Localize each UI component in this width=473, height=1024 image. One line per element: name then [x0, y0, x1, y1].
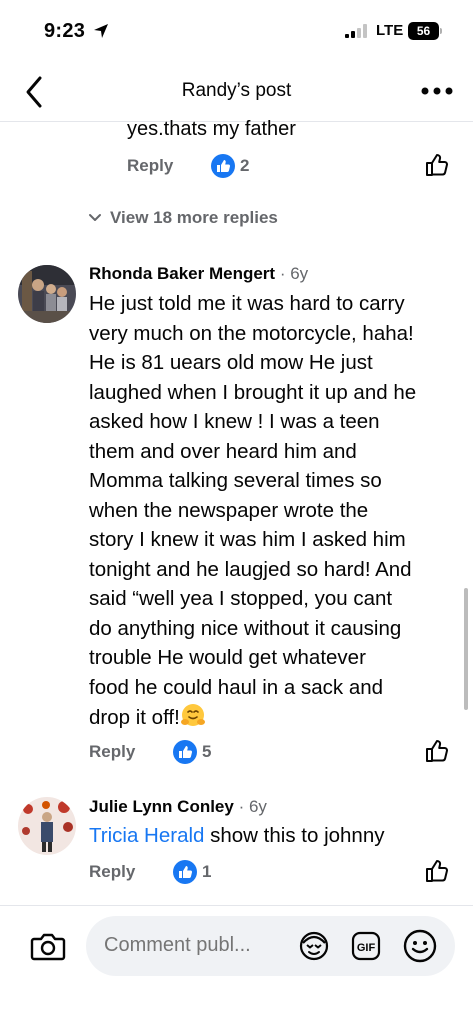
comment-line: drop it off!	[89, 706, 180, 729]
hugging-face-emoji-icon	[180, 704, 205, 726]
scrollbar[interactable]	[464, 588, 468, 710]
comment-composer: GIF	[0, 905, 473, 1024]
comment-line: laughed when I brought it up and he	[89, 380, 417, 404]
comment-line: asked how I knew ! I was a teen	[89, 410, 380, 433]
like-reaction-icon	[211, 154, 235, 178]
location-arrow-icon	[94, 24, 108, 38]
camera-icon[interactable]	[30, 930, 66, 962]
comment-text: show this to johnny	[204, 824, 385, 847]
comment-body: He just told me it was hard to carry ver…	[89, 289, 464, 733]
comment-line: He is 81 uears old mow He just	[89, 351, 373, 374]
view-more-replies-link[interactable]: View 18 more replies	[88, 208, 278, 228]
comment-line-last: drop it off!	[89, 702, 464, 733]
avatar[interactable]	[18, 797, 76, 855]
chevron-down-icon	[89, 214, 101, 221]
smiley-icon[interactable]	[402, 928, 438, 964]
page-title: Randy’s post	[181, 80, 292, 101]
comment-author[interactable]: Rhonda Baker Mengert	[89, 264, 275, 283]
status-time: 9:23	[44, 20, 86, 42]
mention-link[interactable]: Tricia Herald	[89, 824, 204, 847]
comment-text: yes.thats my father	[127, 118, 296, 140]
reaction-count[interactable]: 5	[202, 742, 211, 762]
status-bar: 9:23 LTE 56	[0, 0, 473, 62]
comment-line: food he could haul in a sack and	[89, 675, 384, 699]
reply-button[interactable]: Reply	[127, 156, 173, 176]
comment-line: trouble He would get whatever	[89, 646, 366, 669]
comment-body: Tricia Herald show this to johnny	[89, 824, 384, 848]
comment-line: them and over heard him and	[89, 439, 357, 463]
comment-line: He just told me it was hard to carry	[89, 292, 405, 315]
post-header: Randy’s post	[0, 62, 473, 122]
comment-line: do anything nice without it causing	[89, 616, 402, 640]
comment-line: said “well yea I stopped, you cant	[89, 587, 393, 610]
svg-text:GIF: GIF	[357, 942, 376, 954]
reply-button[interactable]: Reply	[89, 862, 135, 882]
more-dots-icon[interactable]	[420, 80, 454, 102]
avatar-sticker-icon[interactable]	[298, 930, 330, 962]
battery-level: 56	[416, 24, 431, 38]
comment-line: story I knew it was him I asked him	[89, 528, 406, 551]
reaction-count[interactable]: 2	[240, 156, 249, 176]
comment-input-box[interactable]: GIF	[86, 916, 455, 976]
gif-icon[interactable]: GIF	[350, 930, 382, 962]
comment-line: Momma talking several times so	[89, 469, 382, 492]
comment-author-line: Rhonda Baker Mengert · 6y	[89, 264, 309, 283]
thumbs-up-outline-icon[interactable]	[424, 858, 450, 884]
comment-author-line: Julie Lynn Conley · 6y	[89, 797, 267, 816]
comment-age: 6y	[290, 264, 309, 283]
reply-button[interactable]: Reply	[89, 742, 135, 762]
comment-input[interactable]	[104, 934, 294, 957]
comment-line: when the newspaper wrote the	[89, 498, 369, 522]
view-more-label: View 18 more replies	[110, 208, 278, 227]
like-reaction-icon	[173, 860, 197, 884]
avatar[interactable]	[18, 265, 76, 323]
comment-author[interactable]: Julie Lynn Conley	[89, 797, 234, 816]
battery-icon: 56	[408, 22, 442, 40]
reaction-count[interactable]: 1	[202, 862, 211, 882]
comment-line: very much on the motorcycle, haha!	[89, 321, 414, 345]
comment-age: 6y	[248, 797, 267, 816]
signal-icon	[345, 24, 367, 38]
network-type: LTE	[376, 22, 404, 39]
like-reaction-icon	[173, 740, 197, 764]
thumbs-up-outline-icon[interactable]	[424, 152, 450, 178]
comment-line: tonight and he laugjed so hard! And	[89, 557, 412, 581]
thumbs-up-outline-icon[interactable]	[424, 738, 450, 764]
